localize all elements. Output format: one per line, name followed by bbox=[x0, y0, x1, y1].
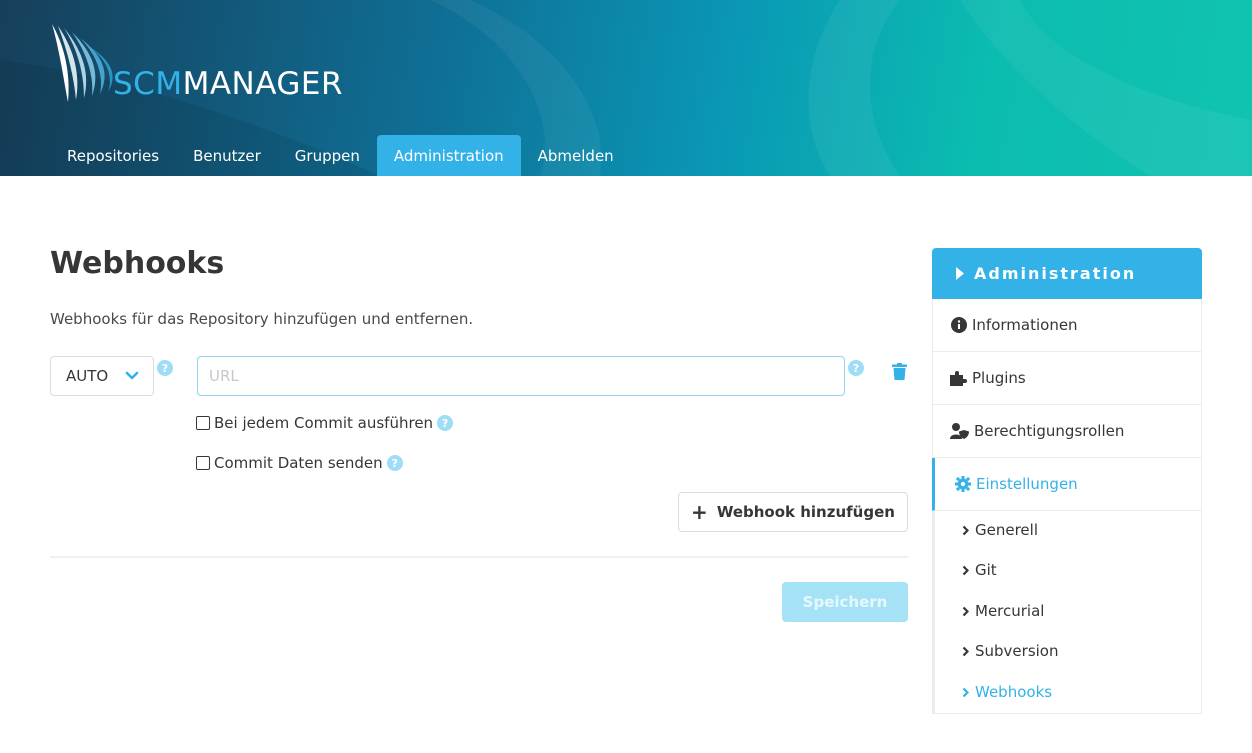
nav-benutzer[interactable]: Benutzer bbox=[176, 135, 278, 176]
divider bbox=[50, 556, 908, 558]
sidebar-item-berechtigungsrollen[interactable]: Berechtigungsrollen bbox=[932, 405, 1202, 458]
sidebar-subitem-subversion[interactable]: Subversion bbox=[962, 642, 1059, 660]
nav-abmelden[interactable]: Abmelden bbox=[521, 135, 631, 176]
logo-text-manager: MANAGER bbox=[182, 66, 344, 102]
chevron-right-icon bbox=[962, 525, 969, 535]
send-commit-data-help-icon[interactable]: ? bbox=[386, 455, 403, 471]
method-select-value: AUTO bbox=[66, 367, 109, 385]
sidebar-subitem-label: Webhooks bbox=[975, 683, 1053, 701]
logo-text-scm: SCM bbox=[113, 66, 183, 102]
add-webhook-label: Webhook hinzufügen bbox=[716, 503, 895, 521]
chevron-right-icon bbox=[962, 606, 969, 616]
nav-administration[interactable]: Administration bbox=[376, 135, 521, 176]
sidebar-subitem-webhooks[interactable]: Webhooks bbox=[962, 683, 1052, 701]
info-circle-icon bbox=[950, 316, 968, 334]
plus-icon: + bbox=[691, 500, 708, 524]
main-nav: Repositories Benutzer Gruppen Administra… bbox=[50, 135, 631, 176]
add-webhook-button[interactable]: + Webhook hinzufügen bbox=[678, 492, 908, 532]
checkbox-every-commit-label: Bei jedem Commit ausführen bbox=[214, 414, 434, 432]
chevron-down-icon bbox=[125, 371, 139, 380]
url-input[interactable] bbox=[197, 356, 845, 396]
every-commit-help-icon[interactable]: ? bbox=[437, 415, 454, 431]
sidebar-item-einstellungen[interactable]: Einstellungen bbox=[932, 458, 1202, 511]
sidebar-item-label: Einstellungen bbox=[976, 475, 1078, 493]
sidebar-subitem-label: Generell bbox=[975, 521, 1038, 539]
sidebar-subitem-label: Subversion bbox=[975, 642, 1059, 660]
url-help-icon[interactable]: ? bbox=[848, 360, 864, 376]
nav-repositories[interactable]: Repositories bbox=[50, 135, 176, 176]
save-button[interactable]: Speichern bbox=[782, 582, 908, 622]
method-help-icon[interactable]: ? bbox=[157, 360, 173, 376]
sidebar-item-label: Berechtigungsrollen bbox=[974, 422, 1125, 440]
sidebar-item-label: Plugins bbox=[972, 369, 1026, 387]
checkbox-every-commit[interactable]: Bei jedem Commit ausführen ? bbox=[196, 414, 454, 432]
chevron-right-icon bbox=[962, 646, 969, 656]
sidebar-item-informationen[interactable]: Informationen bbox=[932, 299, 1202, 352]
method-select[interactable]: AUTO bbox=[50, 356, 154, 396]
checkbox-send-commit-data-label: Commit Daten senden bbox=[214, 454, 383, 472]
checkbox-every-commit-box[interactable] bbox=[196, 416, 210, 430]
checkbox-send-commit-data-box[interactable] bbox=[196, 456, 210, 470]
caret-right-icon bbox=[956, 267, 964, 280]
sidebar-subitem-label: Git bbox=[975, 561, 997, 579]
logo-text: SCMMANAGER bbox=[113, 69, 343, 100]
page-title: Webhooks bbox=[50, 246, 225, 281]
puzzle-icon bbox=[950, 369, 968, 387]
nav-gruppen[interactable]: Gruppen bbox=[278, 135, 377, 176]
checkbox-send-commit-data[interactable]: Commit Daten senden ? bbox=[196, 454, 403, 472]
user-shield-icon bbox=[950, 422, 970, 440]
scm-manager-logo[interactable]: SCMMANAGER bbox=[50, 22, 390, 106]
gear-icon bbox=[954, 475, 972, 493]
sidebar-header[interactable]: Administration bbox=[932, 248, 1202, 299]
logo-wing-icon bbox=[52, 24, 113, 102]
chevron-right-icon bbox=[962, 565, 969, 575]
sidebar-subitem-label: Mercurial bbox=[975, 602, 1045, 620]
page-description: Webhooks für das Repository hinzufügen u… bbox=[50, 310, 474, 328]
sidebar-item-plugins[interactable]: Plugins bbox=[932, 352, 1202, 405]
sidebar-item-label: Informationen bbox=[972, 316, 1078, 334]
chevron-right-icon bbox=[962, 687, 969, 697]
sidebar-header-label: Administration bbox=[974, 264, 1137, 283]
submenu-rail bbox=[932, 511, 935, 714]
trash-icon[interactable] bbox=[892, 363, 907, 380]
sidebar-subitem-generell[interactable]: Generell bbox=[962, 521, 1038, 539]
sidebar-subitem-mercurial[interactable]: Mercurial bbox=[962, 602, 1044, 620]
sidebar-subitem-git[interactable]: Git bbox=[962, 561, 997, 579]
app-header: SCMMANAGER Repositories Benutzer Gruppen… bbox=[0, 0, 1252, 176]
